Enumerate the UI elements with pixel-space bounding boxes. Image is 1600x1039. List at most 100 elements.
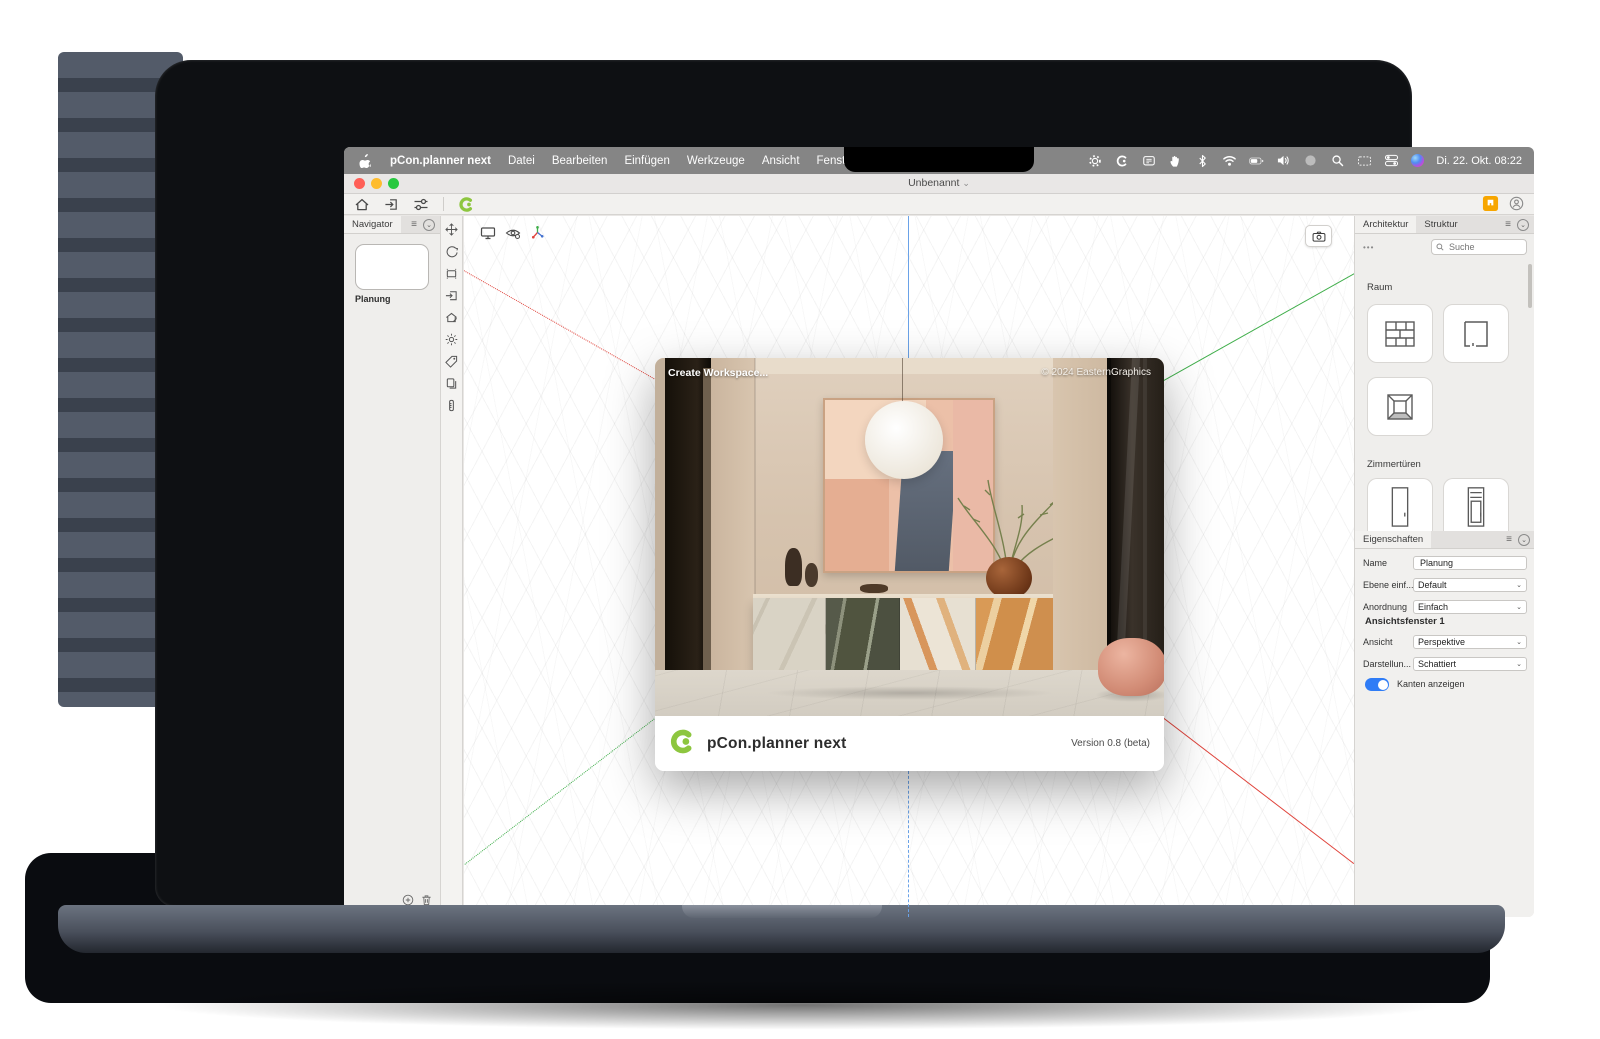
axis-z-top bbox=[908, 216, 909, 359]
spotlight-search-icon[interactable] bbox=[1330, 153, 1345, 168]
measure-tool-icon[interactable] bbox=[445, 399, 458, 412]
library-scrollbar[interactable] bbox=[1528, 264, 1532, 308]
prop-label-ebene: Ebene einf... bbox=[1355, 580, 1413, 590]
properties-panel: Eigenschaften ≡ ⌄ Name Ebene einf... bbox=[1355, 531, 1534, 917]
apple-logo-icon[interactable] bbox=[358, 153, 373, 168]
move-tool-icon[interactable] bbox=[445, 223, 458, 236]
window-badges bbox=[1482, 195, 1524, 217]
volume-icon[interactable] bbox=[1276, 153, 1291, 168]
scene-door-edge bbox=[703, 368, 711, 698]
canvas-toolstrip bbox=[441, 216, 463, 917]
snapshot-camera-button[interactable] bbox=[1305, 225, 1332, 247]
window-toolbar bbox=[344, 194, 1534, 215]
anordnung-select[interactable]: Einfach⌄ bbox=[1413, 600, 1527, 614]
navigator-tab[interactable]: Navigator bbox=[344, 216, 401, 233]
window-titlebar: Unbenannt ⌄ bbox=[344, 174, 1534, 194]
title-chevron-icon[interactable]: ⌄ bbox=[962, 178, 970, 188]
screen-mirroring-icon[interactable] bbox=[1357, 153, 1372, 168]
focus-icon[interactable] bbox=[1303, 153, 1318, 168]
settings-sliders-icon[interactable] bbox=[413, 197, 429, 212]
battery-icon[interactable] bbox=[1249, 153, 1264, 168]
tab-architektur[interactable]: Architektur bbox=[1355, 216, 1416, 233]
navigator-collapse-icon[interactable]: ⌄ bbox=[423, 219, 435, 231]
door-paneled-icon bbox=[1461, 484, 1491, 528]
scene-sideboard bbox=[753, 598, 1055, 674]
workspace-badge-icon[interactable] bbox=[1482, 195, 1499, 217]
menu-item-datei[interactable]: Datei bbox=[508, 155, 535, 167]
library-panel: Architektur Struktur ≡ ⌄ ••• bbox=[1354, 216, 1534, 917]
tab-struktur[interactable]: Struktur bbox=[1416, 216, 1465, 233]
room-outline-icon bbox=[1459, 318, 1493, 350]
bluetooth-icon[interactable] bbox=[1195, 153, 1210, 168]
menubar-app-name[interactable]: pCon.planner next bbox=[390, 155, 491, 167]
home-icon[interactable] bbox=[354, 197, 370, 212]
kanten-anzeigen-toggle[interactable] bbox=[1365, 678, 1389, 691]
prop-row-anordnung: Anordnung Einfach⌄ bbox=[1355, 597, 1534, 617]
menu-item-einfuegen[interactable]: Einfügen bbox=[624, 155, 669, 167]
light-sun-icon[interactable] bbox=[445, 333, 458, 346]
visibility-settings-icon[interactable] bbox=[505, 226, 521, 245]
orbit-tool-icon[interactable] bbox=[445, 245, 458, 258]
library-search-box[interactable] bbox=[1431, 239, 1527, 255]
library-item-room-outline[interactable] bbox=[1443, 304, 1509, 363]
wifi-icon[interactable] bbox=[1222, 153, 1237, 168]
properties-menu-icon[interactable]: ≡ bbox=[1506, 535, 1512, 545]
settings-gear-icon[interactable] bbox=[1087, 153, 1102, 168]
document-title[interactable]: Unbenannt bbox=[908, 177, 959, 189]
darstellung-select[interactable]: Schattiert⌄ bbox=[1413, 657, 1527, 671]
name-field[interactable] bbox=[1413, 556, 1527, 570]
library-search-row: ••• bbox=[1355, 234, 1534, 260]
import-icon[interactable] bbox=[384, 197, 399, 212]
viewport-overlay-icons bbox=[480, 225, 545, 245]
splash-dialog: Create Workspace... © 2024 EasternGraphi… bbox=[655, 358, 1164, 771]
door-plain-icon bbox=[1385, 484, 1415, 528]
navigator-menu-icon[interactable]: ≡ bbox=[411, 220, 417, 230]
prop-row-ansicht: Ansicht Perspektive⌄ bbox=[1355, 632, 1534, 652]
tag-tool-icon[interactable] bbox=[445, 355, 458, 368]
kanten-anzeigen-label: Kanten anzeigen bbox=[1397, 679, 1465, 689]
ebene-select[interactable]: Default⌄ bbox=[1413, 578, 1527, 592]
account-icon[interactable] bbox=[1509, 196, 1524, 216]
room-3d-box-icon bbox=[1382, 389, 1418, 425]
export-view-icon[interactable] bbox=[445, 289, 458, 302]
plan-thumbnail[interactable] bbox=[355, 244, 429, 290]
axes-3d-icon[interactable] bbox=[530, 225, 545, 245]
menu-item-bearbeiten[interactable]: Bearbeiten bbox=[552, 155, 608, 167]
library-menu-icon[interactable]: ≡ bbox=[1505, 220, 1511, 230]
library-item-door[interactable] bbox=[1367, 478, 1433, 532]
properties-collapse-icon[interactable]: ⌄ bbox=[1518, 534, 1530, 546]
ansicht-select[interactable]: Perspektive⌄ bbox=[1413, 635, 1527, 649]
splash-hero-image: Create Workspace... © 2024 EasternGraphi… bbox=[655, 358, 1164, 716]
viewport-display-icon[interactable] bbox=[480, 226, 496, 245]
floor-shadow bbox=[150, 980, 1450, 1030]
properties-tab[interactable]: Eigenschaften bbox=[1355, 531, 1431, 548]
control-center-icon[interactable] bbox=[1384, 153, 1399, 168]
pcon-swirl-icon[interactable] bbox=[1114, 153, 1129, 168]
name-input[interactable] bbox=[1418, 557, 1522, 569]
menu-item-werkzeuge[interactable]: Werkzeuge bbox=[687, 155, 745, 167]
pcon-logo-icon[interactable] bbox=[458, 196, 475, 213]
section-title-zimmertueren: Zimmertüren bbox=[1367, 459, 1421, 470]
menu-item-ansicht[interactable]: Ansicht bbox=[762, 155, 800, 167]
search-icon bbox=[1436, 243, 1444, 251]
scene-pendant-lamp bbox=[865, 401, 943, 479]
library-item-door-paneled[interactable] bbox=[1443, 478, 1509, 532]
drawing-canvas[interactable]: Create Workspace... © 2024 EasternGraphi… bbox=[464, 216, 1354, 917]
draw-room-icon[interactable] bbox=[445, 311, 458, 324]
library-item-wall[interactable] bbox=[1367, 304, 1433, 363]
pcon-splash-logo-icon bbox=[669, 728, 696, 760]
scene-sideboard-shadow bbox=[765, 686, 1055, 700]
breadcrumb-ellipsis[interactable]: ••• bbox=[1363, 243, 1374, 252]
accessibility-hand-icon[interactable] bbox=[1168, 153, 1183, 168]
siri-icon[interactable] bbox=[1411, 154, 1424, 167]
tv-app-icon[interactable] bbox=[1141, 153, 1156, 168]
laptop-base-notch bbox=[682, 905, 882, 918]
search-input[interactable] bbox=[1447, 241, 1515, 253]
frame-selection-icon[interactable] bbox=[445, 267, 458, 280]
scene-left-column bbox=[711, 358, 755, 670]
duplicate-pages-icon[interactable] bbox=[445, 377, 458, 390]
menubar-clock[interactable]: Di. 22. Okt. 08:22 bbox=[1436, 155, 1522, 167]
document-title-group[interactable]: Unbenannt ⌄ bbox=[344, 177, 1534, 189]
library-item-room-3d[interactable] bbox=[1367, 377, 1433, 436]
library-collapse-icon[interactable]: ⌄ bbox=[1517, 219, 1529, 231]
